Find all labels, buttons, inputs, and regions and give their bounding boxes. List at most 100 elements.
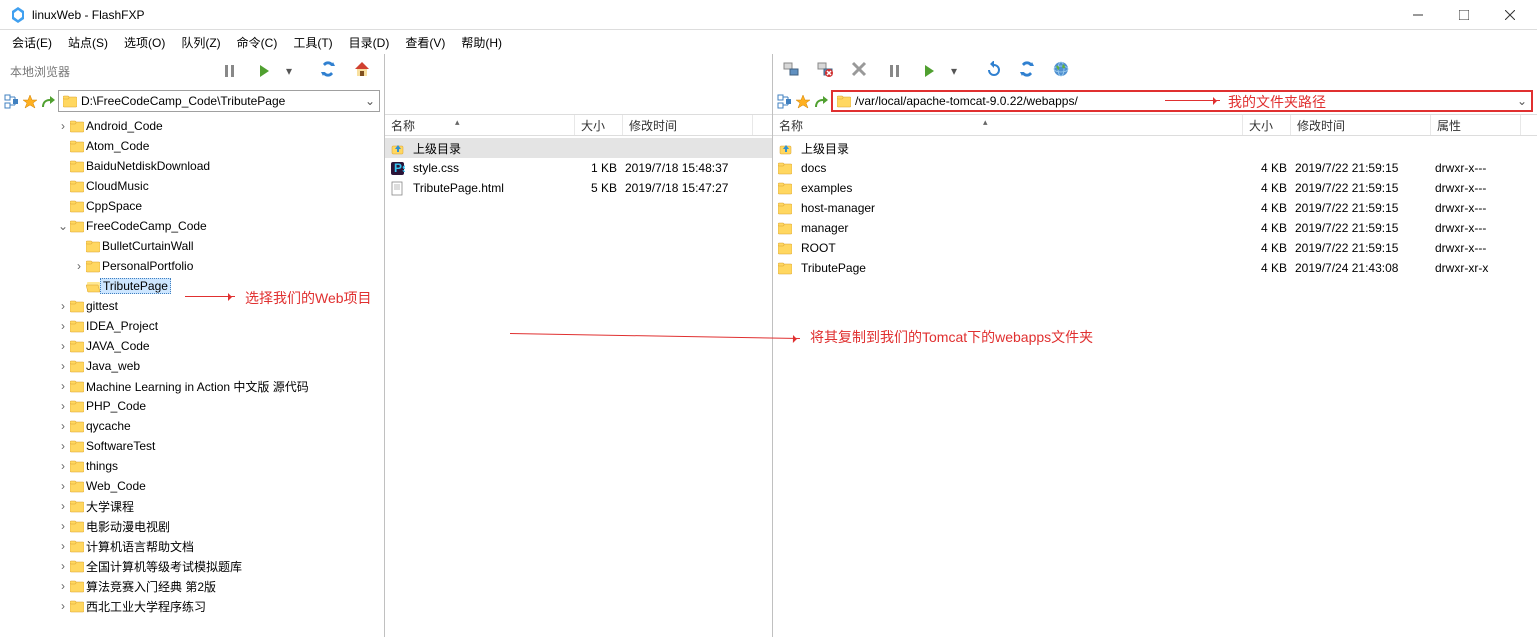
menu-item[interactable]: 选项(O) xyxy=(118,32,171,53)
local-file-header[interactable]: 名称 大小 修改时间 ▴ xyxy=(385,114,772,136)
tree-node[interactable]: ⌄FreeCodeCamp_Code xyxy=(0,216,384,236)
folder-tree[interactable]: ›Android_CodeAtom_CodeBaiduNetdiskDownlo… xyxy=(0,114,384,637)
connect-button[interactable] xyxy=(779,57,807,85)
tree-expander[interactable]: › xyxy=(56,439,70,453)
file-row[interactable]: TributePage.html5 KB2019/7/18 15:47:27 xyxy=(385,178,772,198)
tree-node[interactable]: ›电影动漫电视剧 xyxy=(0,516,384,536)
up-dir-row[interactable]: 上级目录 xyxy=(773,138,1537,158)
globe-button[interactable] xyxy=(1049,57,1077,85)
tree-expander[interactable]: › xyxy=(56,419,70,433)
tree-expander[interactable]: › xyxy=(56,399,70,413)
menu-item[interactable]: 帮助(H) xyxy=(455,32,508,53)
tree-node[interactable]: ›Java_web xyxy=(0,356,384,376)
tree-node[interactable]: ›Machine Learning in Action 中文版 源代码 xyxy=(0,376,384,396)
tree-node[interactable]: ›IDEA_Project xyxy=(0,316,384,336)
tree-node[interactable]: ›Android_Code xyxy=(0,116,384,136)
menu-item[interactable]: 站点(S) xyxy=(62,32,114,53)
tree-expander[interactable]: › xyxy=(56,359,70,373)
col-size[interactable]: 大小 xyxy=(1243,115,1291,135)
file-row[interactable]: examples4 KB2019/7/22 21:59:15drwxr-x--- xyxy=(773,178,1537,198)
tree-icon[interactable] xyxy=(777,94,791,108)
favorite-icon[interactable] xyxy=(795,94,809,108)
chevron-down-icon[interactable]: ▾ xyxy=(949,64,959,78)
chevron-down-icon[interactable]: ▾ xyxy=(284,64,294,78)
menu-item[interactable]: 队列(Z) xyxy=(175,32,226,53)
tree-expander[interactable]: ⌄ xyxy=(56,219,70,233)
tree-expander[interactable]: › xyxy=(56,599,70,613)
col-size[interactable]: 大小 xyxy=(575,115,623,135)
menu-item[interactable]: 会话(E) xyxy=(6,32,58,53)
file-row[interactable]: ROOT4 KB2019/7/22 21:59:15drwxr-x--- xyxy=(773,238,1537,258)
tree-node[interactable]: ›SoftwareTest xyxy=(0,436,384,456)
tree-node[interactable]: ›PersonalPortfolio xyxy=(0,256,384,276)
tree-expander[interactable]: › xyxy=(56,559,70,573)
tree-node[interactable]: ›gittest xyxy=(0,296,384,316)
disconnect-button[interactable] xyxy=(813,57,841,85)
remote-path-dropdown[interactable]: /var/local/apache-tomcat-9.0.22/webapps/… xyxy=(831,90,1533,112)
close-button[interactable] xyxy=(1487,0,1533,30)
tree-node[interactable]: ›qycache xyxy=(0,416,384,436)
menu-item[interactable]: 查看(V) xyxy=(399,32,451,53)
home-button-left[interactable] xyxy=(350,57,378,85)
minimize-button[interactable] xyxy=(1395,0,1441,30)
refresh2-button-right[interactable] xyxy=(1015,57,1043,85)
tree-node[interactable]: ›JAVA_Code xyxy=(0,336,384,356)
col-modified[interactable]: 修改时间 xyxy=(623,115,753,135)
tree-expander[interactable]: › xyxy=(56,539,70,553)
file-row[interactable]: host-manager4 KB2019/7/22 21:59:15drwxr-… xyxy=(773,198,1537,218)
tree-node[interactable]: ›全国计算机等级考试模拟题库 xyxy=(0,556,384,576)
back-icon[interactable] xyxy=(813,94,827,108)
tree-node[interactable]: Atom_Code xyxy=(0,136,384,156)
file-row[interactable]: manager4 KB2019/7/22 21:59:15drwxr-x--- xyxy=(773,218,1537,238)
tree-expander[interactable]: › xyxy=(56,479,70,493)
local-path-dropdown[interactable]: D:\FreeCodeCamp_Code\TributePage ⌄ xyxy=(58,90,380,112)
refresh-button-right[interactable] xyxy=(981,57,1009,85)
abort-button[interactable] xyxy=(847,57,875,85)
tree-node[interactable]: ›大学课程 xyxy=(0,496,384,516)
file-row[interactable]: docs4 KB2019/7/22 21:59:15drwxr-x--- xyxy=(773,158,1537,178)
pause-button-left[interactable] xyxy=(216,57,244,85)
tree-expander[interactable]: › xyxy=(72,259,86,273)
tree-node[interactable]: CloudMusic xyxy=(0,176,384,196)
col-name[interactable]: 名称 xyxy=(773,115,1243,135)
file-row[interactable]: TributePage4 KB2019/7/24 21:43:08drwxr-x… xyxy=(773,258,1537,278)
tree-expander[interactable]: › xyxy=(56,119,70,133)
local-file-list[interactable]: 上级目录style.css1 KB2019/7/18 15:48:37Tribu… xyxy=(385,136,772,637)
col-name[interactable]: 名称 xyxy=(385,115,575,135)
col-modified[interactable]: 修改时间 xyxy=(1291,115,1431,135)
tree-expander[interactable]: › xyxy=(56,579,70,593)
tree-expander[interactable]: › xyxy=(56,299,70,313)
menu-item[interactable]: 命令(C) xyxy=(231,32,284,53)
remote-file-list[interactable]: 上级目录docs4 KB2019/7/22 21:59:15drwxr-x---… xyxy=(773,136,1537,637)
refresh-button-left[interactable] xyxy=(316,57,344,85)
tree-node[interactable]: TributePage xyxy=(0,276,384,296)
play-button-left[interactable] xyxy=(250,57,278,85)
tree-node[interactable]: ›西北工业大学程序练习 xyxy=(0,596,384,616)
back-icon[interactable] xyxy=(40,94,54,108)
tree-node[interactable]: ›算法竞赛入门经典 第2版 xyxy=(0,576,384,596)
tree-expander[interactable]: › xyxy=(56,459,70,473)
tree-icon[interactable] xyxy=(4,94,18,108)
tree-node[interactable]: ›things xyxy=(0,456,384,476)
favorite-icon[interactable] xyxy=(22,94,36,108)
tree-node[interactable]: CppSpace xyxy=(0,196,384,216)
tree-node[interactable]: ›Web_Code xyxy=(0,476,384,496)
tree-node[interactable]: ›PHP_Code xyxy=(0,396,384,416)
tree-node[interactable]: BaiduNetdiskDownload xyxy=(0,156,384,176)
remote-file-header[interactable]: 名称 大小 修改时间 属性 ▴ xyxy=(773,114,1537,136)
col-attrs[interactable]: 属性 xyxy=(1431,115,1521,135)
up-dir-row[interactable]: 上级目录 xyxy=(385,138,772,158)
file-row[interactable]: style.css1 KB2019/7/18 15:48:37 xyxy=(385,158,772,178)
tree-expander[interactable]: › xyxy=(56,379,70,393)
tree-node[interactable]: ›计算机语言帮助文档 xyxy=(0,536,384,556)
tree-expander[interactable]: › xyxy=(56,519,70,533)
pause-button-right[interactable] xyxy=(881,57,909,85)
tree-expander[interactable]: › xyxy=(56,339,70,353)
tree-node[interactable]: BulletCurtainWall xyxy=(0,236,384,256)
menu-item[interactable]: 目录(D) xyxy=(343,32,396,53)
tree-expander[interactable]: › xyxy=(56,319,70,333)
menu-item[interactable]: 工具(T) xyxy=(287,32,338,53)
tree-expander[interactable]: › xyxy=(56,499,70,513)
play-button-right[interactable] xyxy=(915,57,943,85)
maximize-button[interactable] xyxy=(1441,0,1487,30)
